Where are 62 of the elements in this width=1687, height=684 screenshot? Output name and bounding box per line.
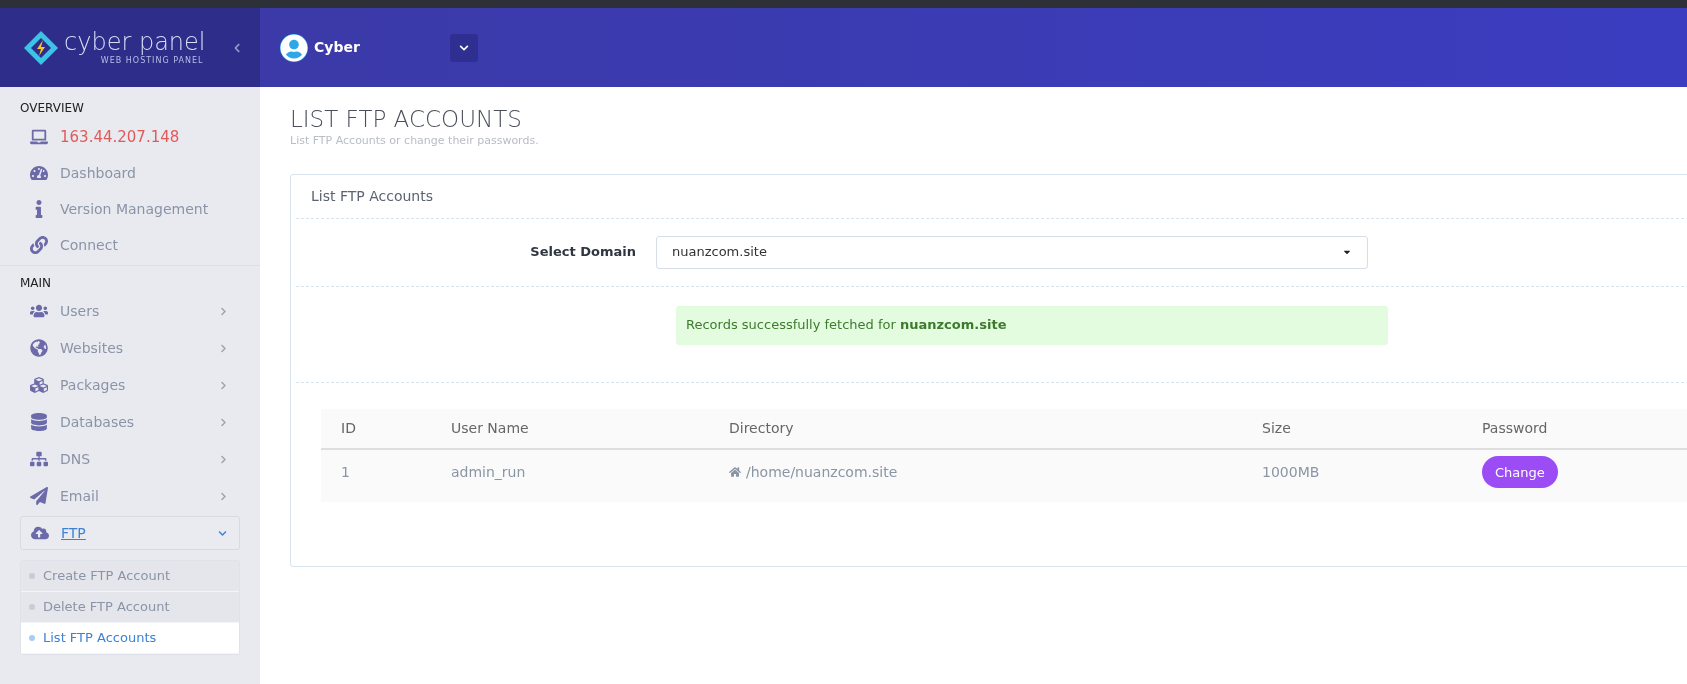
column-header: Size: [1261, 418, 1292, 438]
chevron-right-icon: [219, 343, 228, 353]
user-name: Cyber: [314, 38, 361, 57]
column-header: User Name: [450, 418, 530, 438]
card-title: List FTP Accounts: [296, 174, 1687, 219]
page-subtitle: List FTP Accounts or change their passwords.: [290, 133, 540, 149]
cubes-icon: [30, 376, 48, 394]
chevron-right-icon: [219, 380, 228, 390]
section-heading: OVERVIEW: [19, 100, 85, 117]
chevron-down-icon: [218, 528, 227, 538]
logo-icon: [22, 28, 60, 67]
column-header: ID: [340, 418, 357, 438]
sitemap-icon: [30, 450, 48, 468]
table-cell-text: /home/nuanzcom.site: [746, 462, 898, 482]
change-button[interactable]: Change: [1482, 456, 1558, 489]
bullet-icon: [29, 635, 35, 641]
bullet-icon: [29, 604, 35, 610]
avatar-icon: [280, 33, 308, 62]
sidebar-item[interactable]: 163.44.207.148: [0, 119, 260, 155]
field-label: Select Domain: [529, 243, 637, 262]
submenu-item[interactable]: Delete FTP Account: [21, 592, 239, 623]
brand-name: cyber panel: [64, 28, 206, 55]
sidebar-item[interactable]: Connect: [0, 227, 260, 263]
domain-select[interactable]: nuanzcom.site: [656, 235, 1368, 269]
sidebar-menu-item[interactable]: Packages: [20, 368, 240, 402]
chevron-right-icon: [219, 306, 228, 316]
page-title: LIST FTP ACCOUNTS: [290, 105, 523, 133]
sidebar-item[interactable]: Dashboard: [0, 155, 260, 191]
table-cell-text: admin_run: [450, 462, 527, 482]
user-menu-button[interactable]: [450, 33, 478, 62]
sidebar-menu-item[interactable]: Databases: [20, 405, 240, 439]
sidebar-menu-item[interactable]: FTP: [20, 516, 240, 550]
column-header: Directory: [728, 418, 795, 438]
laptop-icon: [30, 128, 48, 146]
sidebar-menu-item[interactable]: Users: [20, 294, 240, 328]
link-icon: [30, 236, 48, 254]
collapse-icon[interactable]: [232, 42, 242, 53]
select-value: nuanzcom.site: [672, 243, 768, 262]
brand-tagline: WEB HOSTING PANEL: [100, 55, 204, 67]
sidebar-menu-item[interactable]: DNS: [20, 442, 240, 476]
sidebar-menu-item[interactable]: Websites: [20, 331, 240, 365]
section-heading: MAIN: [19, 275, 53, 292]
column-header: Password: [1481, 418, 1549, 438]
sidebar-item[interactable]: Version Management: [0, 191, 260, 227]
paper-plane-icon: [30, 487, 48, 505]
submenu-item[interactable]: Create FTP Account: [21, 561, 239, 592]
submenu-item[interactable]: List FTP Accounts: [21, 623, 239, 654]
gauge-icon: [30, 164, 48, 182]
globe-icon: [30, 339, 48, 357]
sidebar-menu-item[interactable]: Email: [20, 479, 240, 513]
cloud-upload-icon: [31, 524, 49, 542]
table-cell-text: 1: [340, 462, 351, 482]
chevron-down-icon: [459, 42, 469, 53]
chevron-right-icon: [219, 454, 228, 464]
table-cell-text: 1000MB: [1261, 462, 1321, 482]
chevron-right-icon: [219, 491, 228, 501]
success-alert: Records successfully fetched for nuanzcom.site: [676, 305, 1388, 345]
database-icon: [30, 413, 48, 431]
users-icon: [30, 302, 48, 320]
bullet-icon: [29, 573, 35, 579]
home-icon: [729, 466, 741, 478]
chevron-right-icon: [219, 417, 228, 427]
